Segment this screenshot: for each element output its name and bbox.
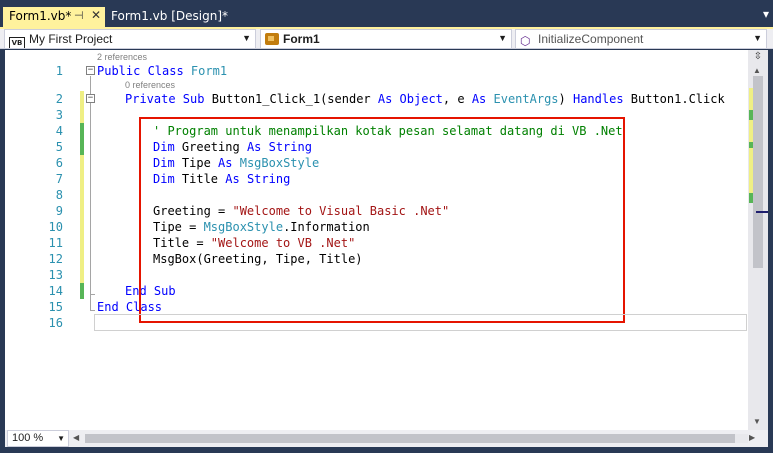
line-number: 8 <box>55 188 63 202</box>
project-dropdown[interactable]: VB My First Project ▼ <box>4 29 256 49</box>
line-number: 2 <box>55 92 63 106</box>
line-number: 3 <box>55 108 63 122</box>
line-number: 5 <box>55 140 63 154</box>
code-line: Private Sub Button1_Click_1(sender As Ob… <box>125 92 725 106</box>
tab-form1-vb[interactable]: Form1.vb* ⊣ ✕ <box>3 7 105 27</box>
line-number: 12 <box>48 252 63 266</box>
pin-icon[interactable]: ⊣ <box>74 9 84 22</box>
line-number-gutter: 1 2 3 4 5 6 7 8 9 10 11 12 13 14 15 16 <box>5 50 63 430</box>
line-number: 1 <box>55 64 63 78</box>
line-number: 9 <box>55 204 63 218</box>
chevron-down-icon: ▼ <box>242 33 251 43</box>
vertical-scrollbar[interactable]: ⇳ ▲ ▼ <box>748 50 768 430</box>
line-number: 15 <box>48 300 63 314</box>
horizontal-scroll-thumb[interactable] <box>85 434 735 443</box>
line-number: 10 <box>48 220 63 234</box>
chevron-down-icon: ▼ <box>57 434 65 443</box>
tab-form1-design[interactable]: Form1.vb [Design]* <box>107 7 229 27</box>
collapse-sub-icon[interactable]: − <box>86 94 95 103</box>
highlight-box <box>139 117 625 323</box>
document-tab-strip: Form1.vb* ⊣ ✕ Form1.vb [Design]* ▾ <box>0 0 773 27</box>
change-marker-saved <box>80 91 84 123</box>
member-dropdown[interactable]: ⬡ InitializeComponent ▼ <box>515 29 767 49</box>
navigation-bar: VB My First Project ▼ Form1 ▼ ⬡ Initialize… <box>0 29 773 49</box>
tab-label: Form1.vb [Design]* <box>111 9 229 23</box>
code-editor[interactable]: 1 2 3 4 5 6 7 8 9 10 11 12 13 14 15 16 −… <box>5 50 768 430</box>
caret-position-marker <box>756 211 768 213</box>
scroll-down-arrow-icon[interactable]: ▼ <box>753 417 761 426</box>
line-number: 16 <box>48 316 63 330</box>
split-window-icon[interactable]: ⇳ <box>751 52 765 62</box>
line-number: 4 <box>55 124 63 138</box>
line-number: 11 <box>48 236 63 250</box>
outline-guide <box>90 294 95 295</box>
change-marker-unsaved <box>80 123 84 155</box>
method-icon: ⬡ <box>520 34 531 48</box>
collapse-class-icon[interactable]: − <box>86 66 95 75</box>
line-number: 7 <box>55 172 63 186</box>
scroll-change-marker-unsaved <box>749 142 753 148</box>
project-name: My First Project <box>29 32 113 46</box>
zoom-level: 100 % <box>12 432 44 444</box>
codelens-references[interactable]: 2 references <box>97 51 147 63</box>
vertical-scroll-thumb[interactable] <box>753 76 763 268</box>
class-icon <box>265 33 279 45</box>
scroll-change-marker-unsaved <box>749 193 753 203</box>
chevron-down-icon: ▼ <box>753 33 762 43</box>
class-name: Form1 <box>283 32 320 46</box>
tab-label: Form1.vb* <box>9 9 72 23</box>
code-line: Public Class Form1 <box>97 64 228 78</box>
outline-guide <box>90 76 91 310</box>
vb-project-icon: VB <box>9 37 25 48</box>
change-marker-saved <box>80 155 84 283</box>
member-name: InitializeComponent <box>538 32 644 46</box>
close-icon[interactable]: ✕ <box>91 8 101 22</box>
current-line-highlight <box>94 314 747 331</box>
line-number: 13 <box>48 268 63 282</box>
line-number: 14 <box>48 284 63 298</box>
class-dropdown[interactable]: Form1 ▼ <box>260 29 512 49</box>
line-number: 6 <box>55 156 63 170</box>
horizontal-scrollbar[interactable] <box>85 434 748 443</box>
scroll-left-arrow-icon[interactable]: ◀ <box>73 433 79 442</box>
scroll-up-arrow-icon[interactable]: ▲ <box>753 66 761 75</box>
tab-overflow-chevron-icon[interactable]: ▾ <box>763 7 769 21</box>
outline-guide <box>90 310 95 311</box>
codelens-references[interactable]: 0 references <box>125 79 175 91</box>
editor-bottom-bar: 100 % ▼ ◀ ▶ <box>5 430 768 447</box>
scroll-change-marker-unsaved <box>749 110 753 120</box>
chevron-down-icon: ▼ <box>498 33 507 43</box>
change-marker-unsaved <box>80 283 84 299</box>
scroll-right-arrow-icon[interactable]: ▶ <box>749 433 755 442</box>
zoom-dropdown[interactable]: 100 % ▼ <box>7 430 69 447</box>
